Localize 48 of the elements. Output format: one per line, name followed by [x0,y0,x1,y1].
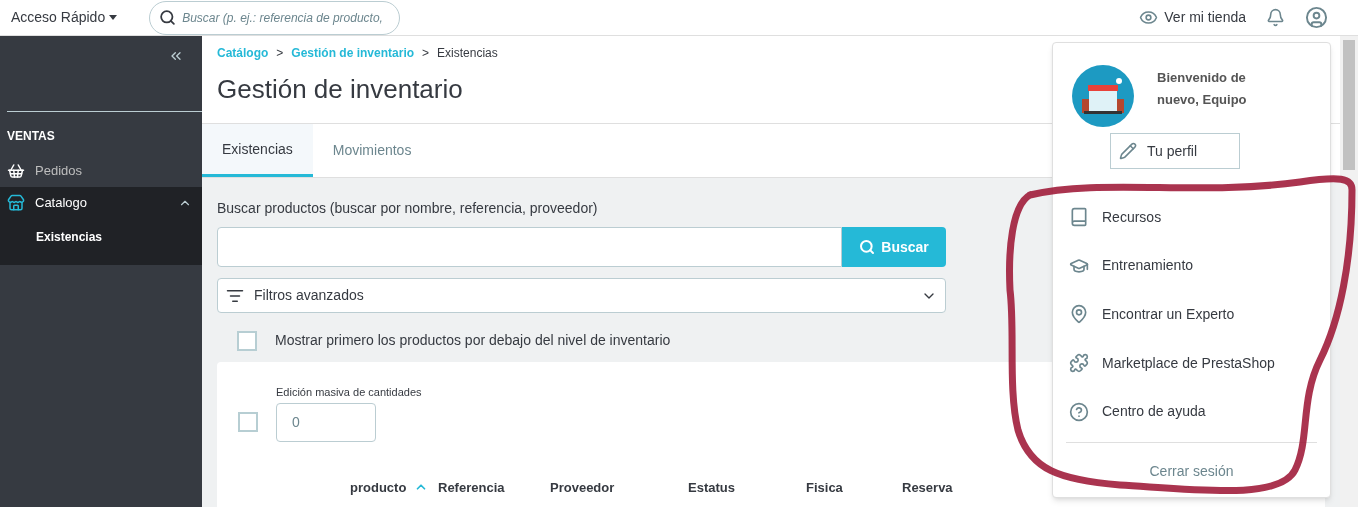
search-field[interactable]: Buscar (p. ej.: referencia de producto, [149,0,401,35]
store-icon [7,194,25,212]
puzzle-icon [1069,353,1089,374]
tab[interactable]: Existencias [202,124,313,177]
column-header[interactable]: Estatus [688,477,735,497]
map-pin-icon [1069,304,1089,325]
breadcrumb-separator: > [276,45,284,62]
menu-item[interactable]: Entrenamiento [1053,241,1330,291]
view-store-link[interactable]: Ver mi tienda [1139,7,1246,28]
eye-icon [1139,8,1159,27]
menu-item[interactable]: Encontrar un Experto [1053,290,1330,339]
checkbox[interactable] [238,411,258,432]
pencil-icon [1119,142,1137,160]
profile-button[interactable]: Tu perfil [1110,133,1240,169]
advanced-filters-dropdown[interactable]: Filtros avanzados [217,278,946,313]
search-icon [859,239,876,255]
quantity-field[interactable]: 0 [276,402,376,442]
breadcrumb-separator: > [422,45,430,62]
column-header[interactable]: Fisica [806,477,843,497]
section-title: VENTAS [6,128,56,145]
help-icon [1069,401,1089,422]
sidebar-subitem[interactable]: Existencias [0,219,202,255]
column-header[interactable]: Referencia [438,477,505,497]
column-header[interactable]: producto [350,477,407,497]
user-icon[interactable] [1305,6,1328,29]
search-label: Buscar productos (buscar por nombre, referencia, proveedor) [217,199,598,218]
search-icon [159,8,177,26]
menu-item[interactable]: Recursos [1053,193,1330,242]
product-search-field[interactable] [217,227,842,267]
caret-icon [109,15,118,20]
quick-access-button[interactable]: Acceso Rápido [11,7,118,28]
breadcrumb-current: Existencias [437,45,498,62]
column-header[interactable]: Proveedor [550,477,615,497]
book-icon [1069,207,1089,228]
checkbox[interactable] [237,330,257,351]
tab[interactable]: Movimientos [312,124,432,177]
logout-link[interactable]: Cerrar sesión [1149,460,1234,482]
notifications-icon[interactable] [1266,8,1285,27]
checkbox-label: Mostrar primero los productos por debajo del nivel de inventario [275,331,671,350]
greeting-text: Bienvenido de nuevo, Equipo [1157,69,1248,109]
basket-icon [7,162,25,180]
column-header[interactable]: Reserva [902,477,953,497]
field-label: Edición masiva de cantidades [276,385,422,400]
sidebar-item[interactable]: Pedidos [0,155,202,187]
menu-item[interactable]: Centro de ayuda [1053,387,1330,436]
page-title: Gestión de inventario [217,73,463,106]
sidebar-item[interactable]: Catalogo [0,187,202,219]
menu-item[interactable]: Marketplace de PrestaShop [1053,338,1330,388]
